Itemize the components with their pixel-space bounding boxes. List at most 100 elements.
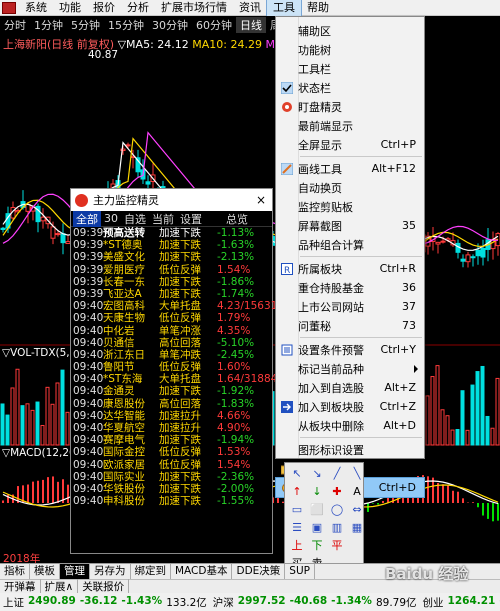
monitor-row[interactable]: 09:40 达华智能 加速拉升 4.66% — [71, 410, 272, 422]
drawing-tool-icon[interactable]: ⇔ — [348, 502, 366, 518]
drawing-tool-icon[interactable]: ↖ — [288, 466, 306, 482]
monitor-row[interactable]: 09:40 金通灵 加速下跌 -1.92% — [71, 385, 272, 397]
monitor-titlebar[interactable]: 主力监控精灵 × — [71, 189, 272, 211]
monitor-tab-2[interactable]: 自选 — [121, 211, 149, 227]
monitor-row[interactable]: 09:40 宏图高科 大单托盘 4.23/15631 — [71, 300, 277, 312]
monitor-row[interactable]: 09:39 长春一东 加速下跌 -1.86% — [71, 276, 272, 288]
menu-news[interactable]: 资讯 — [233, 0, 267, 16]
monitor-row[interactable]: 09:40 欧派家居 低位反弹 1.54% — [71, 459, 272, 471]
main-monitor-window[interactable]: 主力监控精灵 × 全部 30 自选 当前 设置 总览 09:39 预高送转 加速下跌 -1.13… — [70, 188, 277, 554]
close-icon[interactable]: × — [256, 193, 266, 207]
period-4[interactable]: 30分钟 — [148, 17, 192, 33]
monitor-row[interactable]: 09:40 中化岩 单笔冲涨 4.35% — [71, 325, 272, 337]
sub-tab-0[interactable]: 开弹幕 — [0, 579, 41, 594]
monitor-row[interactable]: 09:39 *ST德奥 加速下跌 -1.63% — [71, 239, 272, 251]
drawing-tool-icon[interactable]: A — [348, 484, 366, 500]
dd-function-tree[interactable]: 功能树 — [276, 40, 424, 59]
dd-company-site[interactable]: 上市公司网站 37 — [276, 297, 424, 316]
monitor-row[interactable]: 09:40 国际金控 低位反弹 1.53% — [71, 446, 272, 458]
sub-tab-2[interactable]: 关联报价 — [78, 579, 130, 594]
dd-add-sector[interactable]: 加入到板块股 Ctrl+Z — [276, 397, 424, 416]
monitor-tab-3[interactable]: 当前 — [149, 211, 177, 227]
dd-ask-secretary[interactable]: 问董秘 73 — [276, 316, 424, 335]
monitor-row[interactable]: 09:40 赛摩电气 加速下跌 -1.94% — [71, 434, 272, 446]
dd-drawing-tool[interactable]: 画线工具 Alt+F12 — [276, 159, 424, 178]
monitor-row[interactable]: 09:40 *ST东海 大单托盘 1.64/31884 — [71, 373, 277, 385]
drawing-tool-icon[interactable]: ▦ — [348, 520, 366, 536]
monitor-row[interactable]: 09:40 康恩股份 高位回落 -1.83% — [71, 398, 272, 410]
dd-sector[interactable]: R 所属板块 Ctrl+R — [276, 259, 424, 278]
drawing-tool-icon[interactable]: ╲ — [348, 466, 366, 482]
menu-system[interactable]: 系统 — [19, 0, 53, 16]
drawing-tool-icon[interactable]: ╱ — [328, 466, 346, 482]
indicator-tab-4[interactable]: 绑定到 — [131, 564, 171, 579]
indicator-tab-6[interactable]: DDE决策 — [232, 564, 286, 579]
index-ticker[interactable]: 创业1264.21-20.12-1.57 — [420, 595, 500, 610]
drawing-tool-icon[interactable]: ◯ — [328, 502, 346, 518]
drawing-tool-icon[interactable]: ▣ — [308, 520, 326, 536]
period-1[interactable]: 1分钟 — [30, 17, 67, 33]
menu-tools[interactable]: 工具 — [266, 0, 302, 17]
index-ticker[interactable]: 沪深 2997.52 -40.68 -1.34% 89.79亿 — [210, 595, 420, 610]
dd-statusbar[interactable]: 状态栏 — [276, 78, 424, 97]
period-3[interactable]: 15分钟 — [104, 17, 148, 33]
monitor-row[interactable]: 09:40 天康生物 低位反弹 1.79% — [71, 312, 272, 324]
drawing-tool-icon[interactable]: 下 — [308, 538, 326, 554]
monitor-tab-0[interactable]: 全部 — [73, 210, 101, 227]
dd-toolbar[interactable]: 工具栏 — [276, 59, 424, 78]
monitor-row[interactable]: 09:40 国际实业 加速下跌 -2.36% — [71, 471, 272, 483]
period-5[interactable]: 60分钟 — [192, 17, 236, 33]
drawing-tool-icon[interactable]: ▥ — [328, 520, 346, 536]
monitor-row[interactable]: 09:39 预高送转 加速下跌 -1.13% — [71, 227, 272, 239]
monitor-tab-4[interactable]: 设置 — [177, 211, 205, 227]
indicator-tab-2[interactable]: 管理 — [60, 564, 90, 579]
monitor-row[interactable]: 09:39 美盛文化 加速下跌 -2.13% — [71, 251, 272, 263]
monitor-row[interactable]: 09:39 飞亚达A 加速下跌 -1.74% — [71, 288, 272, 300]
monitor-row[interactable]: 09:39 爱朋医疗 低位反弹 1.54% — [71, 264, 272, 276]
dd-fullscreen[interactable]: 全屏显示 Ctrl+P — [276, 135, 424, 154]
period-2[interactable]: 5分钟 — [67, 17, 104, 33]
dd-monitor-clipboard[interactable]: 监控剪贴板 — [276, 197, 424, 216]
index-ticker[interactable]: 上证 2490.89 -36.12 -1.43% 133.2亿 — [0, 595, 210, 610]
menu-function[interactable]: 功能 — [53, 0, 87, 16]
monitor-row[interactable]: 09:40 华夏航空 加速拉升 4.90% — [71, 422, 272, 434]
dd-auto-page[interactable]: 自动换页 — [276, 178, 424, 197]
drawing-tool-icon[interactable]: 上 — [288, 538, 306, 554]
indicator-tab-3[interactable]: 另存为 — [90, 564, 131, 579]
dd-add-watchlist[interactable]: 加入到自选股 Alt+Z — [276, 378, 424, 397]
monitor-row[interactable]: 09:40 申科股份 加速下跌 -1.55% — [71, 495, 272, 507]
menu-quote[interactable]: 报价 — [87, 0, 121, 16]
dd-screenshot[interactable]: 屏幕截图 35 — [276, 216, 424, 235]
drawing-tool-icon[interactable]: ↘ — [308, 466, 326, 482]
monitor-row[interactable]: 09:40 华铁股份 加速下跌 -2.00% — [71, 483, 272, 495]
drawing-tool-icon[interactable]: ▭ — [288, 502, 306, 518]
dd-chart-marker[interactable]: 图形标识设置 — [276, 440, 424, 459]
drawing-tool-icon[interactable] — [348, 538, 366, 554]
drawing-tool-icon[interactable]: ⬜ — [308, 502, 326, 518]
drawing-tool-icon[interactable]: ↓ — [308, 484, 326, 500]
indicator-tab-1[interactable]: 模板 — [30, 564, 60, 579]
dd-watch-wizard[interactable]: 盯盘精灵 — [276, 97, 424, 116]
indicator-tab-7[interactable]: SUP — [285, 564, 315, 579]
drawing-tool-icon[interactable]: ✚ — [328, 484, 346, 500]
menu-help[interactable]: 帮助 — [301, 0, 335, 16]
dd-auxiliary-area[interactable]: 辅助区 — [276, 21, 424, 40]
dd-portfolio-calc[interactable]: 品种组合计算 — [276, 235, 424, 254]
indicator-tab-5[interactable]: MACD基本 — [171, 564, 233, 579]
period-6[interactable]: 日线 — [236, 16, 266, 33]
monitor-row[interactable]: 09:40 浙江东日 单笔冲跌 -2.45% — [71, 349, 272, 361]
period-0[interactable]: 分时 — [0, 17, 30, 33]
indicator-tab-0[interactable]: 指标 — [0, 564, 30, 579]
drawing-tool-icon[interactable]: ↑ — [288, 484, 306, 500]
dd-mark-current[interactable]: 标记当前品种 — [276, 359, 424, 378]
monitor-tab-1[interactable]: 30 — [101, 212, 121, 225]
drawing-tool-icon[interactable]: ☰ — [288, 520, 306, 536]
dd-condition-alert[interactable]: 设置条件预警 Ctrl+Y — [276, 340, 424, 359]
menu-extended-market[interactable]: 扩展市场行情 — [155, 0, 233, 16]
menu-analysis[interactable]: 分析 — [121, 0, 155, 16]
monitor-row[interactable]: 09:40 贝通信 高位回落 -5.10% — [71, 337, 272, 349]
drawing-tool-icon[interactable]: 平 — [328, 538, 346, 554]
monitor-row[interactable]: 09:40 鲁阳节 低位反弹 1.60% — [71, 361, 272, 373]
monitor-tab-5[interactable]: 总览 — [223, 211, 251, 227]
dd-always-on-top[interactable]: 最前端显示 — [276, 116, 424, 135]
